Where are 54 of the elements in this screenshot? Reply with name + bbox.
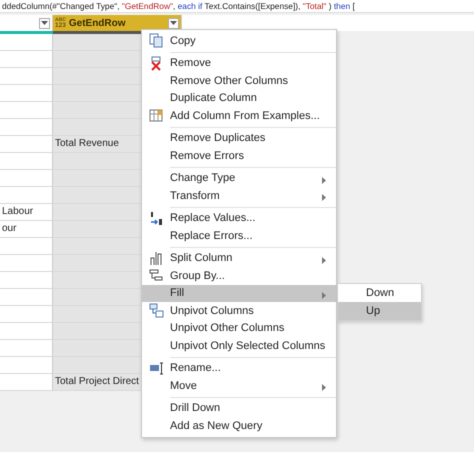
menu-item[interactable]: Drill Down: [142, 400, 336, 417]
caret-icon: [41, 21, 48, 25]
table-cell: [0, 357, 53, 374]
split-column-icon: [148, 250, 164, 266]
table-cell: [0, 374, 53, 391]
filter-dropdown-button[interactable]: [168, 18, 179, 28]
menu-item[interactable]: Add as New Query: [142, 417, 336, 434]
menu-item[interactable]: Replace Values...: [142, 210, 336, 227]
table-cell: [0, 238, 53, 255]
menu-item[interactable]: Rename...: [142, 360, 336, 377]
menu-item[interactable]: Remove Other Columns: [142, 72, 336, 90]
table-cell: [0, 323, 53, 340]
table-cell: [0, 272, 53, 289]
menu-item[interactable]: Unpivot Only Selected Columns: [142, 337, 336, 354]
menu-item[interactable]: Remove: [142, 54, 336, 72]
table-cell: [0, 68, 53, 85]
menu-item[interactable]: Replace Errors...: [142, 227, 336, 244]
menu-item[interactable]: Group By...: [142, 267, 336, 284]
formula-text: ddedColumn(#"Changed Type", "GetEndRow", each if Text.Contains([Expense]), "Total" ) then [: [2, 0, 355, 12]
filter-dropdown-button[interactable]: [39, 18, 50, 28]
column-examples-icon: [148, 108, 164, 124]
menu-item[interactable]: Change Type: [142, 170, 336, 187]
table-cell: [0, 306, 53, 323]
table-cell: [0, 51, 53, 68]
group-by-icon: [148, 268, 164, 284]
table-cell: [0, 85, 53, 102]
replace-values-icon: [148, 210, 164, 226]
menu-item[interactable]: Duplicate Column: [142, 90, 336, 107]
table-cell: [0, 187, 53, 204]
remove-column-icon: [148, 56, 164, 71]
table-cell: [0, 34, 53, 51]
menu-item[interactable]: Fill: [142, 284, 336, 302]
menu-item[interactable]: Transform: [142, 187, 336, 204]
table-cell: [0, 102, 53, 119]
menu-item[interactable]: Unpivot Columns: [142, 302, 336, 320]
menu-item[interactable]: Down: [338, 284, 421, 302]
menu-item[interactable]: Copy: [142, 32, 336, 50]
menu-item[interactable]: Add Column From Examples...: [142, 107, 336, 124]
menu-item[interactable]: Unpivot Other Columns: [142, 320, 336, 337]
table-cell: [0, 119, 53, 136]
rename-icon: [148, 360, 164, 376]
table-cell: [0, 289, 53, 306]
table-cell: [0, 170, 53, 187]
table-cell: Labour: [0, 204, 53, 221]
table-cell: [0, 255, 53, 272]
caret-icon: [170, 21, 177, 25]
unpivot-icon: [148, 303, 164, 318]
copy-icon: [148, 33, 164, 48]
menu-item[interactable]: Split Column: [142, 250, 336, 267]
table-cell: [0, 153, 53, 170]
menu-item[interactable]: Up: [338, 302, 421, 320]
table-cell: our: [0, 221, 53, 238]
table-cell: [0, 136, 53, 153]
table-cell: [0, 340, 53, 357]
